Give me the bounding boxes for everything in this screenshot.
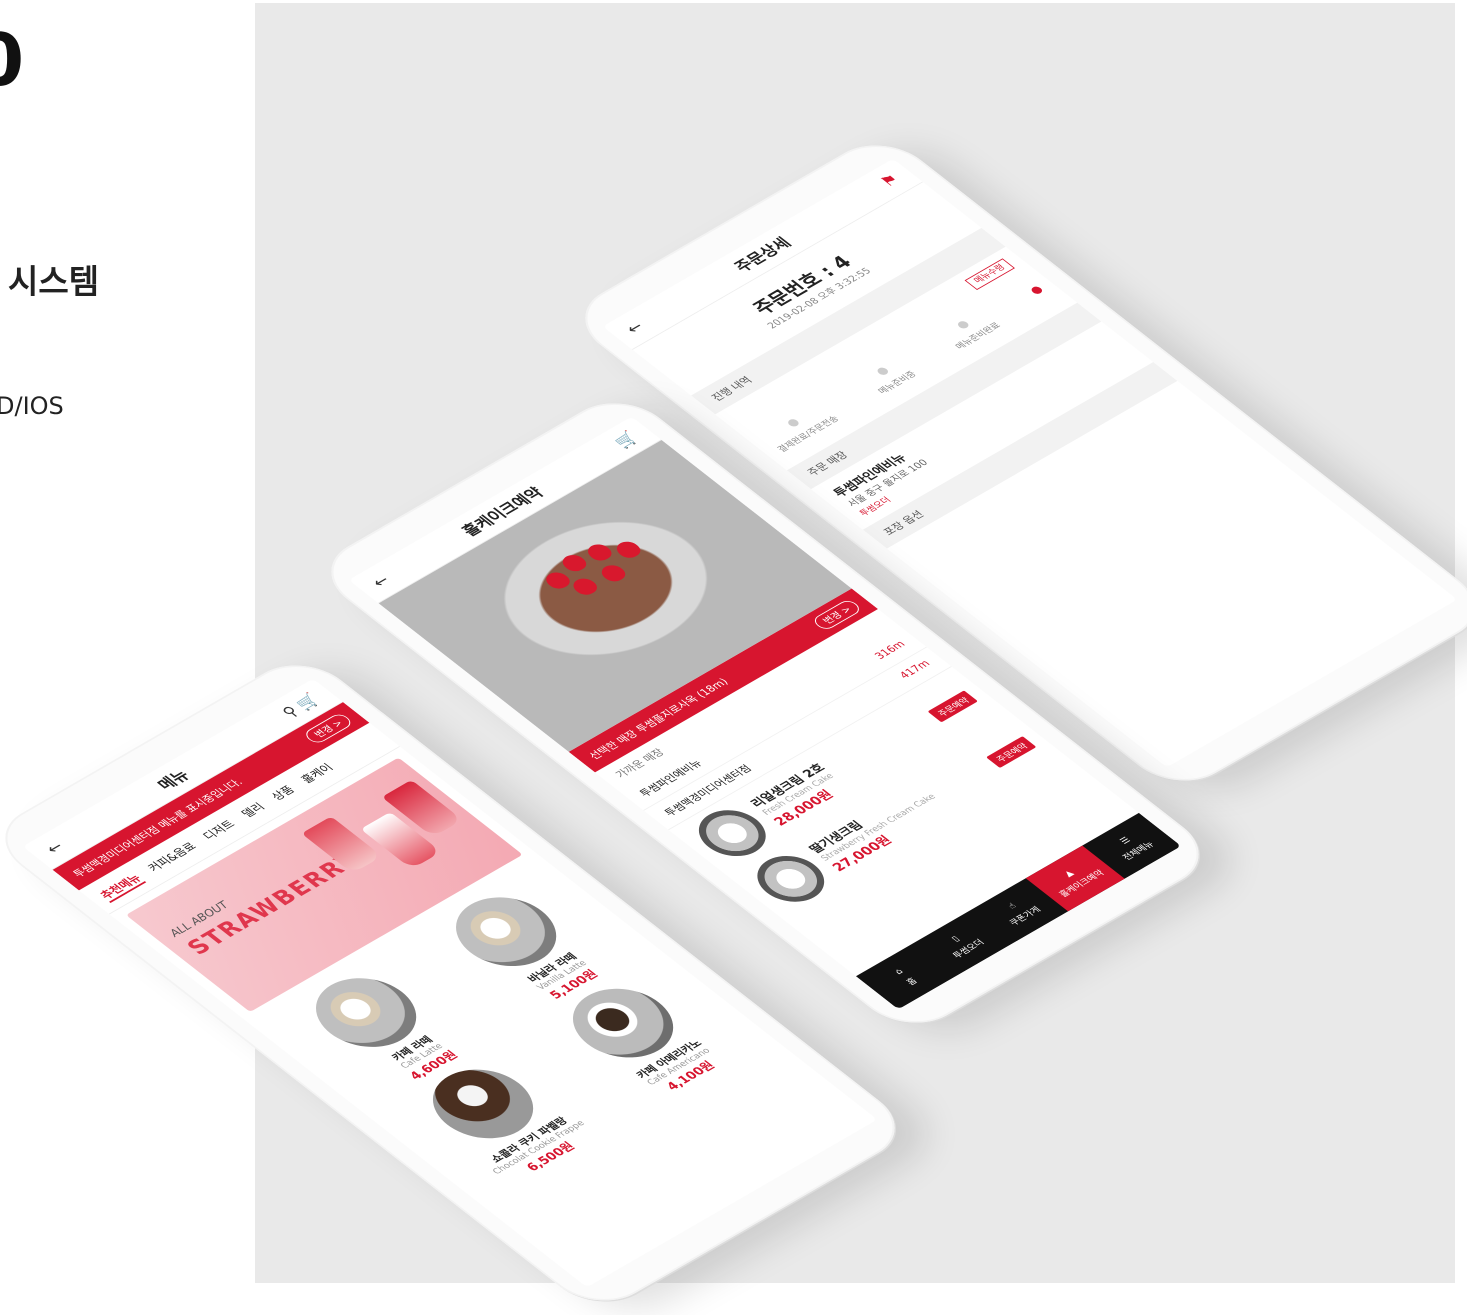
- tab-recommended[interactable]: 추천메뉴: [95, 870, 147, 903]
- tab-dessert[interactable]: 디저트: [198, 816, 240, 843]
- cart-icon[interactable]: 🛒: [291, 691, 323, 713]
- cake-icon: ▲: [1061, 868, 1076, 879]
- back-arrow-icon[interactable]: ←: [41, 838, 68, 856]
- hand-icon: ☝: [1005, 901, 1019, 911]
- progress-step: 메뉴준비중: [862, 359, 919, 396]
- cart-icon[interactable]: 🛒: [610, 429, 642, 451]
- step-dot: [786, 417, 802, 428]
- back-arrow-icon[interactable]: ←: [368, 572, 395, 590]
- nav-label: 홈: [904, 976, 920, 987]
- tab-goods[interactable]: 상품: [266, 782, 299, 804]
- mockup-stage: ← 주문상세 ⚑ 주문번호 : 4 2019-02-08 오후 3:32:55 …: [0, 3, 1467, 1315]
- strawberry-decoration: [612, 538, 645, 561]
- strawberry-decoration: [568, 575, 602, 598]
- back-arrow-icon[interactable]: ←: [621, 318, 648, 336]
- step-dot: [875, 366, 891, 377]
- step-dot-active: [1029, 284, 1044, 295]
- intro-subtitle: 시스템: [8, 262, 100, 301]
- tab-deli[interactable]: 델리: [236, 799, 269, 821]
- reserve-button[interactable]: 주문예약: [985, 735, 1037, 768]
- strawberry-decoration: [597, 562, 630, 585]
- strawberry-decoration: [541, 569, 574, 592]
- hamburger-icon: ☰: [1117, 835, 1133, 846]
- progress-step-current: [1029, 284, 1048, 298]
- menu-title: 메뉴: [154, 767, 195, 794]
- intro-big-letter: 0: [0, 18, 24, 102]
- progress-step: 메뉴준비완료: [939, 310, 1003, 351]
- bookmark-icon[interactable]: ⚑: [876, 171, 903, 190]
- banner-line2: STRAWBERRY: [181, 848, 367, 960]
- strawberry-decoration: [558, 551, 591, 574]
- tab-whole-cake[interactable]: 홀케이: [296, 760, 338, 787]
- intro-platform: D/IOS: [0, 392, 64, 420]
- strawberry-decoration: [583, 541, 616, 564]
- home-icon: ⌂: [892, 966, 906, 976]
- step-dot: [956, 319, 971, 330]
- intro-panel: 0 시스템 D/IOS: [0, 0, 252, 1283]
- phone-icon: ▯: [949, 934, 962, 944]
- reserve-button[interactable]: 주문예약: [927, 690, 978, 722]
